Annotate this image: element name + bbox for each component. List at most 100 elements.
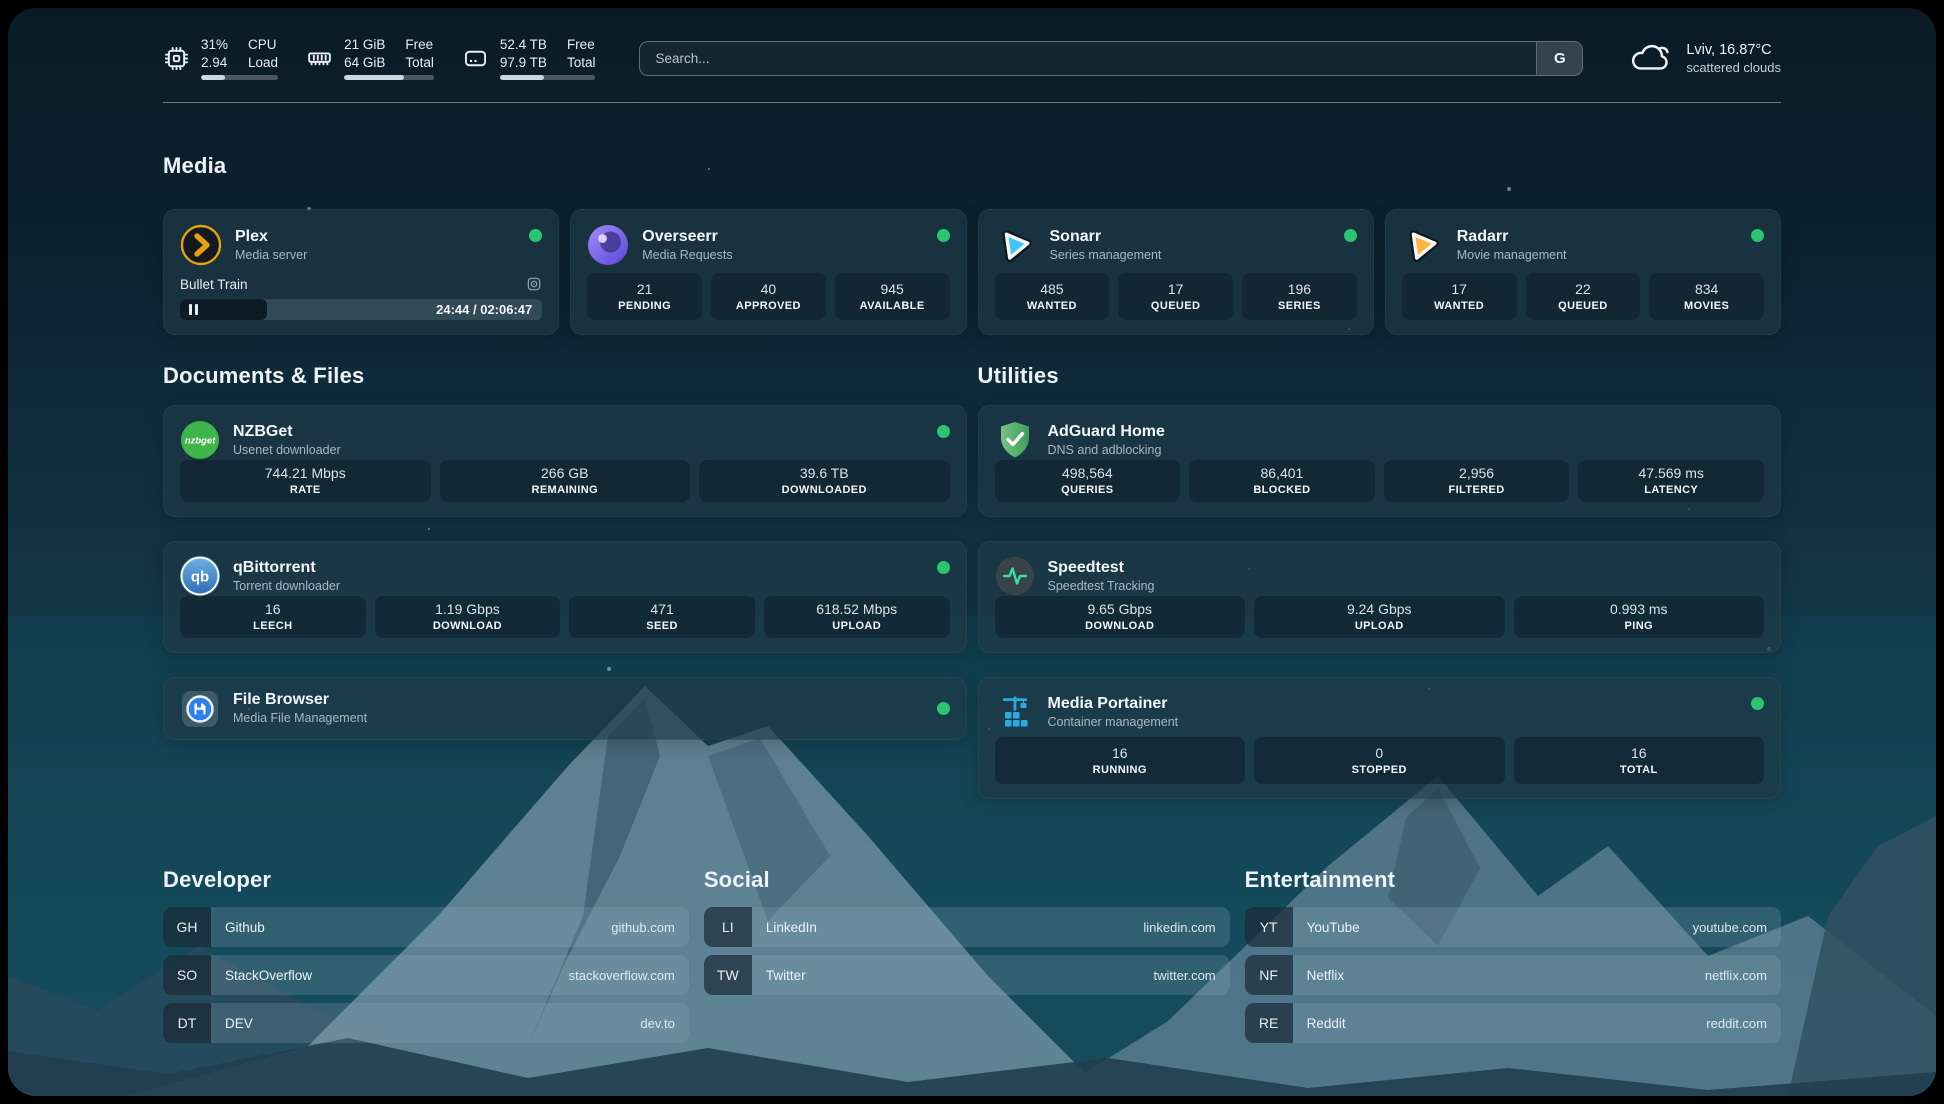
app-card-portainer[interactable]: Media Portainer Container management 16 … [978,677,1782,799]
stat-total: 16 TOTAL [1514,737,1765,784]
app-card-speedtest[interactable]: Speedtest Speedtest Tracking 9.65 Gbps D… [978,541,1782,653]
bookmark-name: Twitter [752,968,806,983]
speedtest-icon [995,556,1035,596]
app-name: qBittorrent [233,558,340,578]
search-bar: G [639,41,1583,76]
bookmark-youtube[interactable]: YT YouTube youtube.com [1245,907,1781,947]
system-stats: 31% 2.94 CPU Load [163,36,595,80]
weather-condition: scattered clouds [1686,60,1781,75]
ram-total-label: Total [405,54,434,71]
bookmark-url: stackoverflow.com [569,968,689,983]
bookmark-twitter[interactable]: TW Twitter twitter.com [704,955,1230,995]
stat-downloaded: 39.6 TB DOWNLOADED [699,460,950,502]
media-cards: Plex Media server Bullet Train [163,209,1781,335]
bookmark-abbr: RE [1245,1003,1293,1043]
bookmark-url: twitter.com [1154,968,1230,983]
stat-wanted: 17 WANTED [1402,273,1517,320]
stat-seed: 471 SEED [569,596,755,638]
app-card-plex[interactable]: Plex Media server Bullet Train [163,209,559,335]
disk-free-value: 52.4 TB [500,36,547,53]
status-dot [1344,229,1357,242]
app-subtitle: Container management [1048,714,1179,731]
search-engine-button[interactable]: G [1536,42,1582,75]
bookmark-url: netflix.com [1705,968,1781,983]
plex-icon [180,224,222,266]
section-title-media: Media [163,153,1781,179]
ram-free-label: Free [405,36,434,53]
top-bar: 31% 2.94 CPU Load [163,36,1781,80]
stat-queries: 498,564 QUERIES [995,460,1181,502]
social-section: Social LI LinkedIn linkedin.com TW Twitt… [704,867,1230,1043]
stat-leech: 16 LEECH [180,596,366,638]
app-name: Overseerr [642,227,732,247]
ram-progress-bar [344,75,434,80]
now-playing-title: Bullet Train [180,277,248,292]
app-subtitle: Series management [1050,247,1162,264]
app-card-qbittorrent[interactable]: qb qBittorrent Torrent downloader [163,541,967,653]
playback-progress-bar: 24:44 / 02:06:47 [180,299,542,320]
section-title-social: Social [704,867,1230,893]
hard-drive-icon [462,45,489,72]
bookmark-url: github.com [611,920,689,935]
cpu-label: CPU [248,36,278,53]
svg-text:nzbget: nzbget [185,436,216,447]
header-divider [163,102,1781,103]
app-subtitle: Media server [235,247,307,264]
app-card-adguard[interactable]: AdGuard Home DNS and adblocking 498,564 … [978,405,1782,517]
section-title-developer: Developer [163,867,689,893]
app-card-radarr[interactable]: Radarr Movie management 17 WANTED 22 QUE… [1385,209,1781,335]
section-title-utilities: Utilities [978,363,1782,389]
ram-total-value: 64 GiB [344,54,385,71]
bookmark-abbr: GH [163,907,211,947]
status-dot [1751,229,1764,242]
section-title-documents: Documents & Files [163,363,967,389]
overseerr-icon [587,224,629,266]
app-name: File Browser [233,690,367,710]
search-input[interactable] [640,42,1536,75]
bookmark-url: reddit.com [1706,1016,1781,1031]
bookmark-reddit[interactable]: RE Reddit reddit.com [1245,1003,1781,1043]
app-name: Media Portainer [1048,694,1179,714]
app-subtitle: Usenet downloader [233,442,341,459]
bookmark-name: StackOverflow [211,968,312,983]
bookmark-linkedin[interactable]: LI LinkedIn linkedin.com [704,907,1230,947]
disk-progress-bar [500,75,596,80]
weather-location-temp: Lviv, 16.87°C [1686,42,1781,58]
cpu-progress-bar [201,75,278,80]
svg-text:qb: qb [191,569,209,586]
app-card-sonarr[interactable]: Sonarr Series management 485 WANTED 17 Q… [978,209,1374,335]
bookmark-stackoverflow[interactable]: SO StackOverflow stackoverflow.com [163,955,689,995]
qbittorrent-icon: qb [180,556,220,596]
cpu-load-value: 2.94 [201,54,228,71]
bookmark-abbr: SO [163,955,211,995]
stat-running: 16 RUNNING [995,737,1246,784]
documents-files-section: Documents & Files nzbget [163,363,967,799]
portainer-icon [995,692,1035,732]
bookmark-name: Netflix [1293,968,1345,983]
bookmark-github[interactable]: GH Github github.com [163,907,689,947]
stat-filtered: 2,956 FILTERED [1384,460,1570,502]
bookmark-abbr: LI [704,907,752,947]
stat-queued: 22 QUEUED [1526,273,1641,320]
stat-queued: 17 QUEUED [1118,273,1233,320]
stat-ping: 0.993 ms PING [1514,596,1765,638]
app-card-nzbget[interactable]: nzbget NZBGet Usenet downloader [163,405,967,517]
app-card-filebrowser[interactable]: File Browser Media File Management [163,677,967,740]
status-dot [1751,697,1764,710]
filebrowser-icon [180,689,220,729]
bookmark-dev[interactable]: DT DEV dev.to [163,1003,689,1043]
bookmark-name: DEV [211,1016,253,1031]
app-name: Sonarr [1050,227,1162,247]
nzbget-icon: nzbget [180,420,220,460]
app-subtitle: Media File Management [233,710,367,727]
bookmark-netflix[interactable]: NF Netflix netflix.com [1245,955,1781,995]
memory-stat: 21 GiB 64 GiB Free Total [306,36,434,80]
app-subtitle: DNS and adblocking [1048,442,1165,459]
cpu-icon [163,45,190,72]
stat-movies: 834 MOVIES [1649,273,1764,320]
bookmark-url: linkedin.com [1143,920,1229,935]
stat-blocked: 86,401 BLOCKED [1189,460,1375,502]
stat-series: 196 SERIES [1242,273,1357,320]
app-card-overseerr[interactable]: Overseerr Media Requests 21 PENDING 40 A… [570,209,966,335]
dashboard-window: 31% 2.94 CPU Load [8,8,1936,1096]
